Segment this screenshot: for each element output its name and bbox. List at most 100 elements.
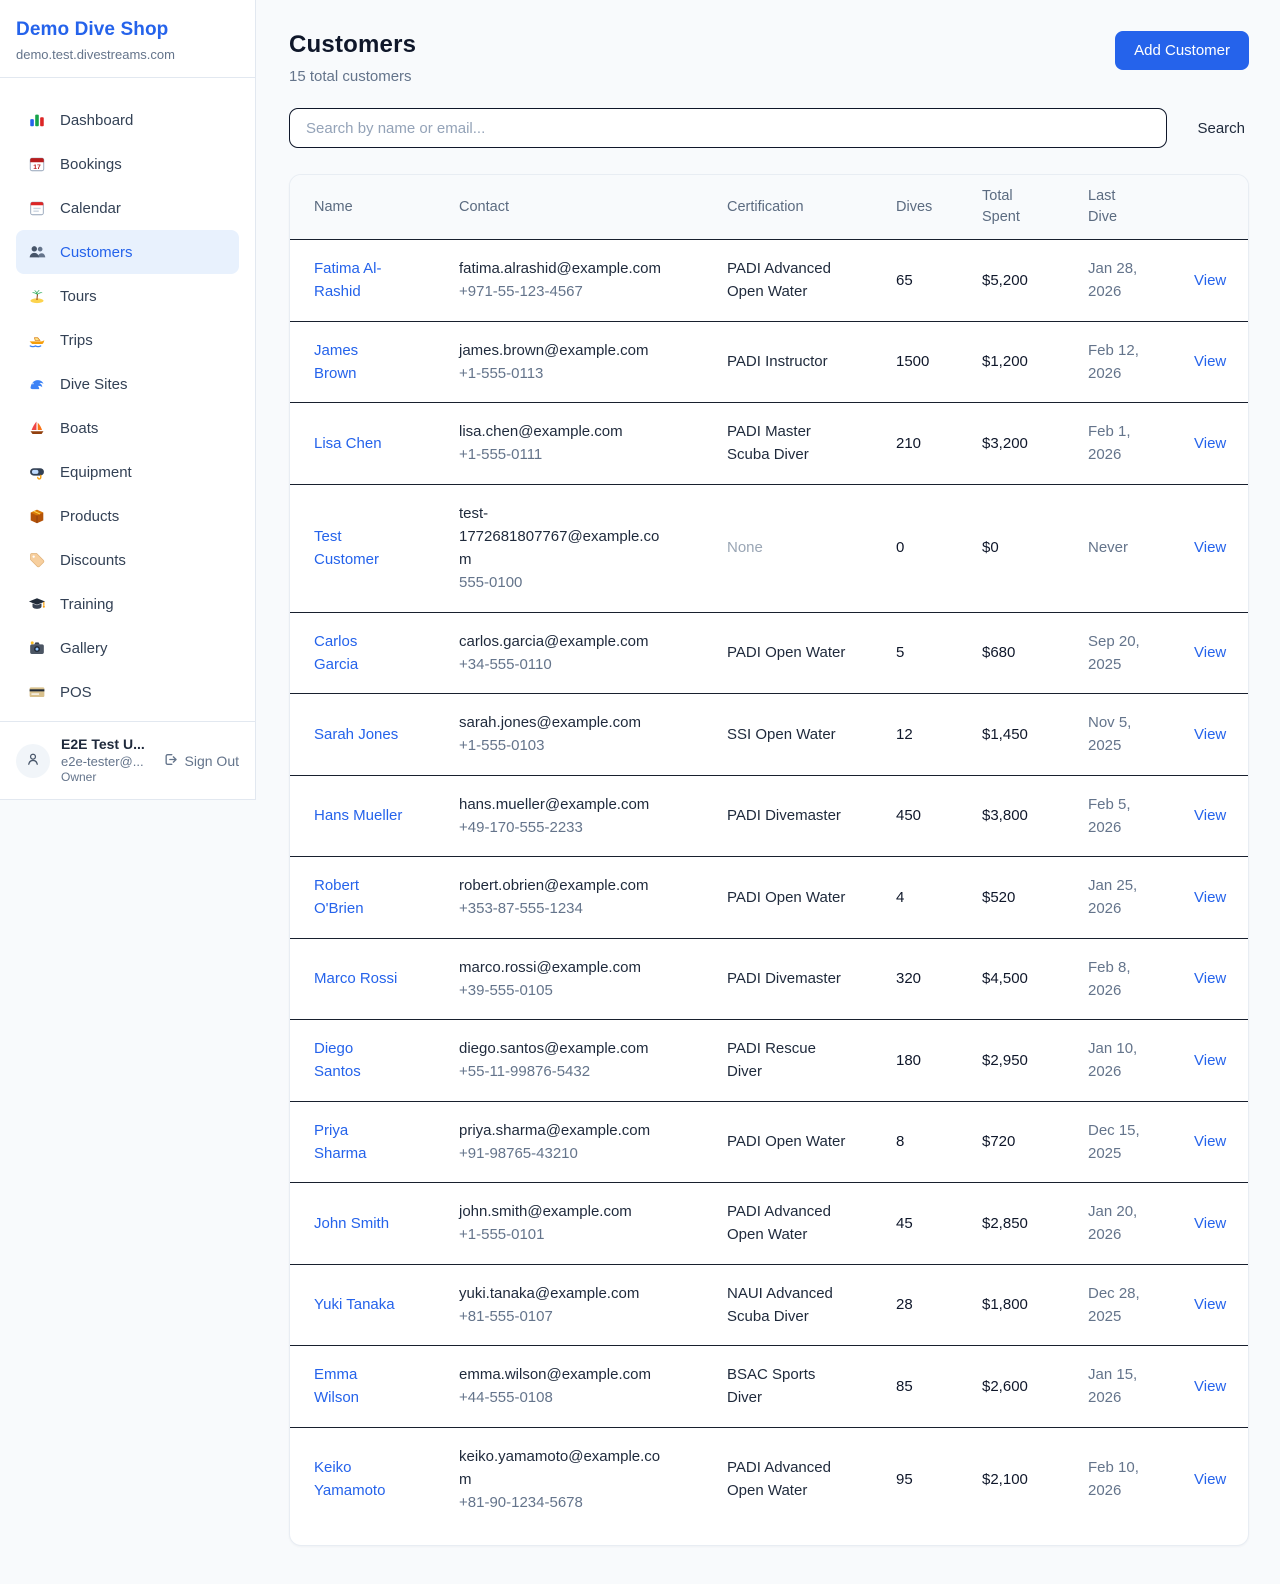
sidebar-item-trips[interactable]: Trips: [16, 318, 239, 362]
customer-email: test-1772681807767@example.com: [459, 502, 663, 572]
view-link[interactable]: View: [1194, 539, 1226, 556]
cell-contact: emma.wilson@example.com+44-555-0108: [459, 1346, 727, 1428]
sidebar-item-products[interactable]: Products: [16, 494, 239, 538]
customer-name-link[interactable]: Diego Santos: [314, 1040, 361, 1080]
search-input[interactable]: [289, 108, 1167, 148]
cell-contact: james.brown@example.com+1-555-0113: [459, 321, 727, 403]
cell-last-dive: Jan 25, 2026: [1088, 857, 1174, 939]
graduation-cap-icon: [27, 595, 47, 613]
cell-dives: 1500: [896, 321, 982, 403]
sign-out-button[interactable]: Sign Out: [162, 751, 239, 771]
sidebar-footer: E2E Test U... e2e-tester@... Owner Sign …: [0, 721, 255, 799]
sidebar-item-label: Bookings: [60, 156, 122, 173]
view-link[interactable]: View: [1194, 272, 1226, 289]
customer-name-link[interactable]: Fatima Al-Rashid: [314, 260, 382, 300]
sidebar-item-bookings[interactable]: 17Bookings: [16, 142, 239, 186]
cell-dives: 5: [896, 612, 982, 694]
view-link[interactable]: View: [1194, 1215, 1226, 1232]
customer-name-link[interactable]: John Smith: [314, 1215, 389, 1232]
sidebar-item-customers[interactable]: Customers: [16, 230, 239, 274]
cell-last-dive: Feb 5, 2026: [1088, 775, 1174, 857]
sidebar-item-label: Tours: [60, 288, 97, 305]
sidebar-item-tours[interactable]: Tours: [16, 274, 239, 318]
cell-certification: NAUI Advanced Scuba Diver: [727, 1264, 896, 1346]
person-icon: [24, 750, 42, 772]
col-header-last-dive: Last Dive: [1088, 175, 1174, 240]
page-subtitle: 15 total customers: [289, 68, 416, 85]
customers-icon: [27, 243, 47, 261]
sidebar-item-equipment[interactable]: Equipment: [16, 450, 239, 494]
cell-dives: 320: [896, 938, 982, 1020]
cell-last-dive: Nov 5, 2025: [1088, 694, 1174, 776]
cell-last-dive: Sep 20, 2025: [1088, 612, 1174, 694]
customer-name-link[interactable]: Sarah Jones: [314, 726, 398, 743]
customer-phone: +971-55-123-4567: [459, 280, 663, 303]
sidebar-item-calendar[interactable]: Calendar: [16, 186, 239, 230]
customer-name-link[interactable]: James Brown: [314, 342, 358, 382]
table-row: Sarah Jonessarah.jones@example.com+1-555…: [290, 694, 1249, 776]
customer-name-link[interactable]: Test Customer: [314, 528, 379, 568]
credit-card-icon: [27, 683, 47, 701]
cell-name: Carlos Garcia: [290, 612, 459, 694]
customer-name-link[interactable]: Marco Rossi: [314, 970, 397, 987]
view-link[interactable]: View: [1194, 1296, 1226, 1313]
view-link[interactable]: View: [1194, 1378, 1226, 1395]
sidebar-item-discounts[interactable]: Discounts: [16, 538, 239, 582]
col-header-name: Name: [290, 175, 459, 240]
cell-certification: PADI Open Water: [727, 1101, 896, 1183]
certification-value: PADI Open Water: [727, 889, 845, 906]
customer-name-link[interactable]: Lisa Chen: [314, 435, 382, 452]
view-link[interactable]: View: [1194, 1133, 1226, 1150]
cell-dives: 95: [896, 1427, 982, 1531]
table-row: Carlos Garciacarlos.garcia@example.com+3…: [290, 612, 1249, 694]
shop-domain: demo.test.divestreams.com: [16, 47, 239, 62]
sidebar-item-training[interactable]: Training: [16, 582, 239, 626]
cell-name: Fatima Al-Rashid: [290, 240, 459, 322]
customer-phone: +1-555-0113: [459, 362, 663, 385]
cell-last-dive: Jan 20, 2026: [1088, 1183, 1174, 1265]
customer-email: john.smith@example.com: [459, 1200, 663, 1223]
customer-name-link[interactable]: Carlos Garcia: [314, 633, 358, 673]
customer-name-link[interactable]: Robert O'Brien: [314, 877, 364, 917]
view-link[interactable]: View: [1194, 353, 1226, 370]
cell-last-dive: Dec 15, 2025: [1088, 1101, 1174, 1183]
view-link[interactable]: View: [1194, 1471, 1226, 1488]
customer-name-link[interactable]: Emma Wilson: [314, 1366, 359, 1406]
cell-dives: 65: [896, 240, 982, 322]
cell-actions: View: [1174, 1264, 1249, 1346]
cell-last-dive: Feb 1, 2026: [1088, 403, 1174, 485]
add-customer-button[interactable]: Add Customer: [1115, 31, 1249, 70]
view-link[interactable]: View: [1194, 435, 1226, 452]
customer-name-link[interactable]: Keiko Yamamoto: [314, 1459, 385, 1499]
view-link[interactable]: View: [1194, 1052, 1226, 1069]
table-row: Keiko Yamamotokeiko.yamamoto@example.com…: [290, 1427, 1249, 1531]
sailboat-icon: [27, 419, 47, 437]
cell-certification: PADI Rescue Diver: [727, 1020, 896, 1102]
col-header-total-spent: Total Spent: [982, 175, 1088, 240]
col-header-actions: [1174, 175, 1249, 240]
user-block: E2E Test U... e2e-tester@... Owner: [61, 735, 151, 786]
cell-certification: PADI Advanced Open Water: [727, 240, 896, 322]
search-button[interactable]: Search: [1193, 120, 1249, 137]
sidebar-item-dive-sites[interactable]: Dive Sites: [16, 362, 239, 406]
sidebar-item-boats[interactable]: Boats: [16, 406, 239, 450]
search-row: Search: [289, 108, 1249, 148]
customer-email: emma.wilson@example.com: [459, 1363, 663, 1386]
customer-email: lisa.chen@example.com: [459, 420, 663, 443]
customer-name-link[interactable]: Hans Mueller: [314, 807, 402, 824]
view-link[interactable]: View: [1194, 889, 1226, 906]
view-link[interactable]: View: [1194, 807, 1226, 824]
customer-email: priya.sharma@example.com: [459, 1119, 663, 1142]
cell-certification: PADI Divemaster: [727, 775, 896, 857]
customer-phone: +1-555-0101: [459, 1223, 663, 1246]
cell-contact: hans.mueller@example.com+49-170-555-2233: [459, 775, 727, 857]
sidebar-item-gallery[interactable]: Gallery: [16, 626, 239, 670]
sidebar-item-pos[interactable]: POS: [16, 670, 239, 714]
customer-name-link[interactable]: Priya Sharma: [314, 1122, 367, 1162]
view-link[interactable]: View: [1194, 970, 1226, 987]
certification-value: PADI Rescue Diver: [727, 1040, 816, 1080]
view-link[interactable]: View: [1194, 726, 1226, 743]
customer-name-link[interactable]: Yuki Tanaka: [314, 1296, 395, 1313]
view-link[interactable]: View: [1194, 644, 1226, 661]
sidebar-item-dashboard[interactable]: Dashboard: [16, 98, 239, 142]
